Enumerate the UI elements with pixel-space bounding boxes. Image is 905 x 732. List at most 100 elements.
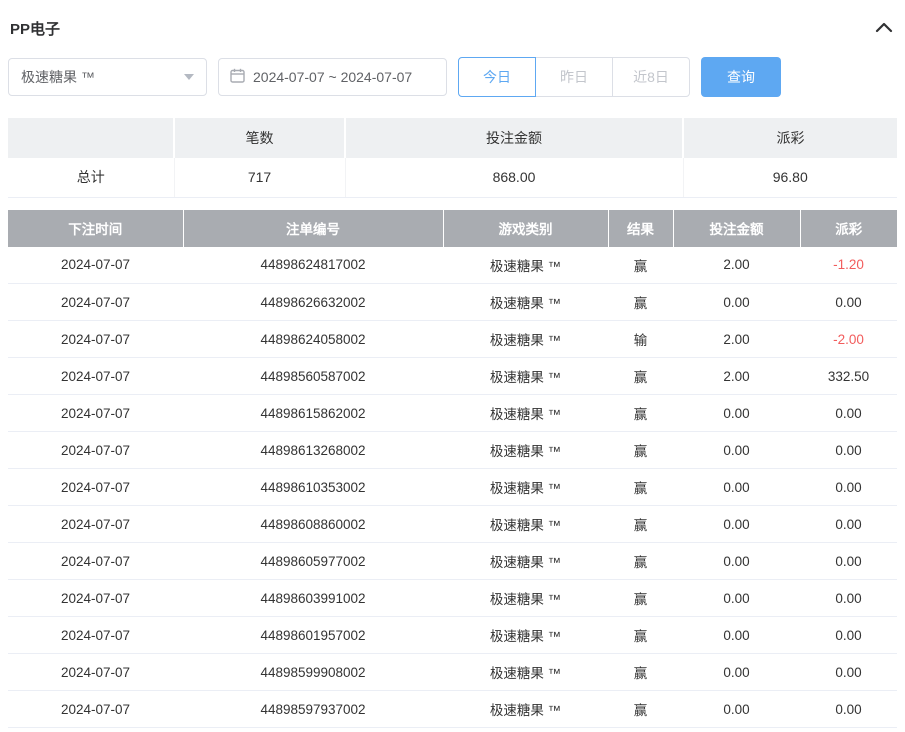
cell-order_no: 44898624817002 — [183, 247, 443, 284]
cell-payout: 0.00 — [800, 543, 897, 580]
summary-column-header — [8, 118, 174, 158]
cell-result: 赢 — [608, 395, 673, 432]
cell-date: 2024-07-07 — [8, 358, 183, 395]
cell-date: 2024-07-07 — [8, 321, 183, 358]
cell-order_no: 44898608860002 — [183, 506, 443, 543]
summary-table: 笔数投注金额派彩 总计717868.0096.80 — [8, 118, 897, 198]
cell-order_no: 44898626632002 — [183, 284, 443, 321]
quick-filter-button[interactable]: 近8日 — [612, 57, 690, 97]
cell-date: 2024-07-07 — [8, 432, 183, 469]
cell-date: 2024-07-07 — [8, 691, 183, 728]
cell-game: 极速糖果 ™ — [443, 432, 608, 469]
table-row: 2024-07-0744898603991002极速糖果 ™赢0.000.00 — [8, 580, 897, 617]
cell-bet: 2.00 — [673, 247, 800, 284]
cell-payout: -2.00 — [800, 321, 897, 358]
cell-bet: 0.00 — [673, 580, 800, 617]
cell-result: 赢 — [608, 358, 673, 395]
cell-bet: 0.00 — [673, 432, 800, 469]
cell-date: 2024-07-07 — [8, 506, 183, 543]
cell-result: 输 — [608, 321, 673, 358]
table-row: 2024-07-0744898610353002极速糖果 ™赢0.000.00 — [8, 469, 897, 506]
table-row: 2024-07-0744898624817002极速糖果 ™赢2.00-1.20 — [8, 247, 897, 284]
summary-header-row: 笔数投注金额派彩 — [8, 118, 897, 158]
cell-date: 2024-07-07 — [8, 617, 183, 654]
cell-order_no: 44898605977002 — [183, 543, 443, 580]
quick-filter-group: 今日昨日近8日 — [458, 57, 690, 97]
summary-total-cell: 96.80 — [683, 158, 897, 197]
cell-bet: 0.00 — [673, 543, 800, 580]
cell-game: 极速糖果 ™ — [443, 617, 608, 654]
summary-total-cell: 868.00 — [345, 158, 683, 197]
cell-game: 极速糖果 ™ — [443, 469, 608, 506]
cell-result: 赢 — [608, 617, 673, 654]
cell-result: 赢 — [608, 469, 673, 506]
cell-payout: 0.00 — [800, 432, 897, 469]
cell-bet: 2.00 — [673, 321, 800, 358]
bet-column-header: 结果 — [608, 210, 673, 247]
cell-order_no: 44898601957002 — [183, 617, 443, 654]
cell-result: 赢 — [608, 506, 673, 543]
cell-bet: 0.00 — [673, 691, 800, 728]
cell-order_no: 44898599908002 — [183, 654, 443, 691]
cell-date: 2024-07-07 — [8, 247, 183, 284]
filter-bar: 极速糖果 ™ 2024-07-07 ~ 2024-07-07 今日昨日近8日 查… — [8, 57, 897, 97]
summary-total-cell: 总计 — [8, 158, 174, 197]
quick-filter-button[interactable]: 今日 — [458, 57, 536, 97]
cell-payout: 0.00 — [800, 580, 897, 617]
search-button[interactable]: 查询 — [701, 57, 781, 97]
game-select[interactable]: 极速糖果 ™ — [8, 58, 207, 96]
cell-order_no: 44898613268002 — [183, 432, 443, 469]
bet-column-header: 游戏类别 — [443, 210, 608, 247]
cell-game: 极速糖果 ™ — [443, 691, 608, 728]
cell-game: 极速糖果 ™ — [443, 321, 608, 358]
cell-payout: 0.00 — [800, 654, 897, 691]
calendar-icon — [230, 68, 245, 86]
bet-table-body: 2024-07-0744898624817002极速糖果 ™赢2.00-1.20… — [8, 247, 897, 728]
cell-result: 赢 — [608, 580, 673, 617]
table-row: 2024-07-0744898597937002极速糖果 ™赢0.000.00 — [8, 691, 897, 728]
panel-header: PP电子 — [8, 0, 897, 40]
bet-column-header: 投注金额 — [673, 210, 800, 247]
cell-order_no: 44898597937002 — [183, 691, 443, 728]
quick-filter-button[interactable]: 昨日 — [535, 57, 613, 97]
table-row: 2024-07-0744898624058002极速糖果 ™输2.00-2.00 — [8, 321, 897, 358]
cell-payout: 332.50 — [800, 358, 897, 395]
cell-game: 极速糖果 ™ — [443, 506, 608, 543]
chevron-down-icon — [184, 74, 194, 80]
bet-column-header: 下注时间 — [8, 210, 183, 247]
table-row: 2024-07-0744898608860002极速糖果 ™赢0.000.00 — [8, 506, 897, 543]
cell-bet: 0.00 — [673, 395, 800, 432]
cell-game: 极速糖果 ™ — [443, 654, 608, 691]
cell-payout: 0.00 — [800, 506, 897, 543]
cell-game: 极速糖果 ™ — [443, 247, 608, 284]
cell-date: 2024-07-07 — [8, 543, 183, 580]
summary-column-header: 派彩 — [683, 118, 897, 158]
bet-table-header-row: 下注时间注单编号游戏类别结果投注金额派彩 — [8, 210, 897, 247]
date-range-input[interactable]: 2024-07-07 ~ 2024-07-07 — [218, 58, 447, 96]
game-select-value: 极速糖果 ™ — [21, 67, 95, 87]
cell-bet: 2.00 — [673, 358, 800, 395]
cell-payout: 0.00 — [800, 395, 897, 432]
cell-payout: 0.00 — [800, 469, 897, 506]
cell-payout: 0.00 — [800, 617, 897, 654]
cell-game: 极速糖果 ™ — [443, 358, 608, 395]
cell-payout: -1.20 — [800, 247, 897, 284]
cell-order_no: 44898603991002 — [183, 580, 443, 617]
table-row: 2024-07-0744898605977002极速糖果 ™赢0.000.00 — [8, 543, 897, 580]
cell-result: 赢 — [608, 247, 673, 284]
cell-game: 极速糖果 ™ — [443, 580, 608, 617]
table-row: 2024-07-0744898626632002极速糖果 ™赢0.000.00 — [8, 284, 897, 321]
chevron-up-icon — [875, 21, 893, 36]
collapse-panel-button[interactable] — [873, 19, 895, 38]
cell-game: 极速糖果 ™ — [443, 543, 608, 580]
cell-order_no: 44898624058002 — [183, 321, 443, 358]
cell-game: 极速糖果 ™ — [443, 395, 608, 432]
date-range-value: 2024-07-07 ~ 2024-07-07 — [253, 69, 412, 85]
table-row: 2024-07-0744898599908002极速糖果 ™赢0.000.00 — [8, 654, 897, 691]
table-row: 2024-07-0744898615862002极速糖果 ™赢0.000.00 — [8, 395, 897, 432]
summary-column-header: 投注金额 — [345, 118, 683, 158]
bet-column-header: 注单编号 — [183, 210, 443, 247]
cell-result: 赢 — [608, 654, 673, 691]
cell-bet: 0.00 — [673, 654, 800, 691]
table-row: 2024-07-0744898560587002极速糖果 ™赢2.00332.5… — [8, 358, 897, 395]
